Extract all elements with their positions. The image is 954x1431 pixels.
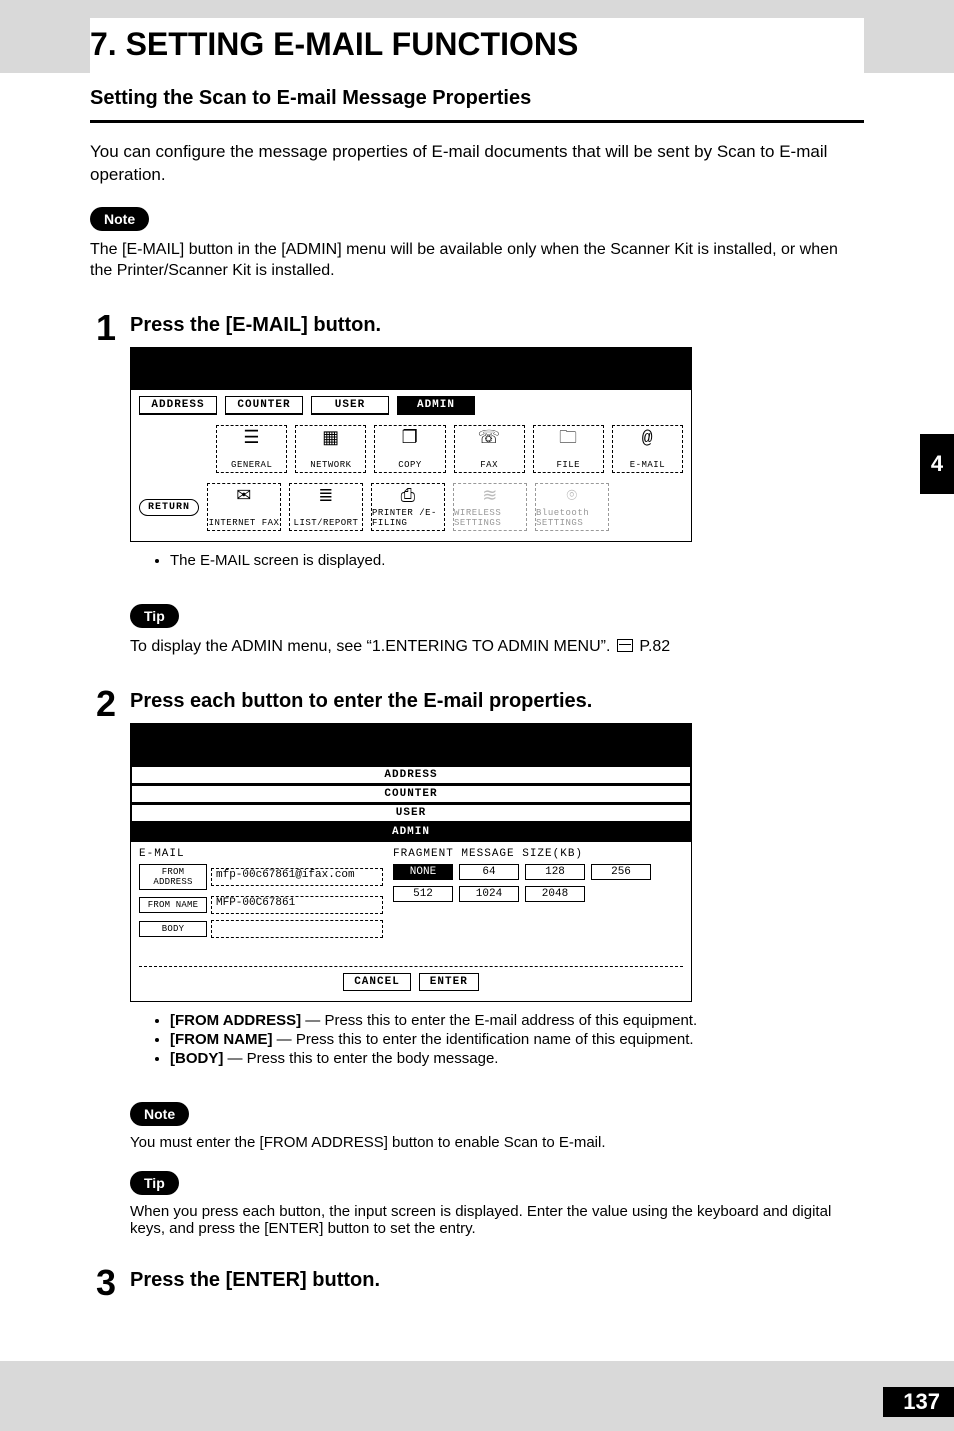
tip-text: When you press each button, the input sc… <box>130 1203 864 1237</box>
tab-user[interactable]: USER <box>311 396 389 415</box>
step1-bullet: The E-MAIL screen is displayed. <box>170 552 864 569</box>
note-label: Note <box>90 207 149 231</box>
section-title: Setting the Scan to E-mail Message Prope… <box>90 87 864 110</box>
admin-btn-wireless[interactable]: ≋WIRELESS SETTINGS <box>453 483 527 531</box>
tab-admin[interactable]: ADMIN <box>397 396 475 415</box>
chapter-title: 7. SETTING E-MAIL FUNCTIONS <box>90 18 864 73</box>
tab-counter[interactable]: COUNTER <box>131 785 691 804</box>
size-1024[interactable]: 1024 <box>459 886 519 902</box>
admin-btn-copy[interactable]: ❐COPY <box>374 425 445 473</box>
fragment-size-title: FRAGMENT MESSAGE SIZE(KB) <box>393 848 683 860</box>
tip-label: Tip <box>130 1171 179 1195</box>
from-address-value: mfp-00c67861@ifax.com <box>211 868 383 886</box>
admin-btn-list-report[interactable]: ≣LIST/REPORT <box>289 483 363 531</box>
email-properties-screenshot: ADDRESS COUNTER USER ADMIN E-MAIL FROM A… <box>130 723 692 1002</box>
admin-menu-screenshot: ADDRESS COUNTER USER ADMIN ☰GENERAL ▦NET… <box>130 347 692 542</box>
size-128[interactable]: 128 <box>525 864 585 880</box>
size-256[interactable]: 256 <box>591 864 651 880</box>
return-button[interactable]: RETURN <box>139 499 199 516</box>
step-heading: Press the [E-MAIL] button. <box>130 314 864 337</box>
enter-button[interactable]: ENTER <box>419 973 479 991</box>
bullet-from-name: [FROM NAME] — Press this to enter the id… <box>170 1031 864 1048</box>
admin-btn-email[interactable]: @E-MAIL <box>612 425 683 473</box>
admin-btn-file[interactable]: 🗀FILE <box>533 425 604 473</box>
tab-address[interactable]: ADDRESS <box>139 396 217 415</box>
cancel-button[interactable]: CANCEL <box>343 973 411 991</box>
tab-admin[interactable]: ADMIN <box>131 823 691 842</box>
admin-btn-fax[interactable]: ☏FAX <box>454 425 525 473</box>
from-name-button[interactable]: FROM NAME <box>139 897 207 913</box>
step-number: 2 <box>90 686 116 1237</box>
size-none[interactable]: NONE <box>393 864 453 880</box>
admin-btn-network[interactable]: ▦NETWORK <box>295 425 366 473</box>
admin-btn-general[interactable]: ☰GENERAL <box>216 425 287 473</box>
rule <box>90 120 864 123</box>
email-title: E-MAIL <box>139 848 383 860</box>
step-heading: Press each button to enter the E-mail pr… <box>130 690 864 713</box>
intro-text: You can configure the message properties… <box>90 141 864 187</box>
bullet-body: [BODY] — Press this to enter the body me… <box>170 1050 864 1067</box>
admin-btn-bluetooth[interactable]: ⌾Bluetooth SETTINGS <box>535 483 609 531</box>
note-label: Note <box>130 1102 189 1126</box>
book-icon <box>617 639 633 652</box>
from-name-value: MFP-00C67861 <box>211 896 383 914</box>
body-button[interactable]: BODY <box>139 921 207 937</box>
size-64[interactable]: 64 <box>459 864 519 880</box>
step-number: 1 <box>90 310 116 658</box>
size-512[interactable]: 512 <box>393 886 453 902</box>
tip-text: To display the ADMIN menu, see “1.ENTERI… <box>130 636 864 658</box>
admin-btn-printer-efiling[interactable]: ⎙PRINTER /E-FILING <box>371 483 445 531</box>
page-number: 137 <box>883 1387 954 1417</box>
tab-counter[interactable]: COUNTER <box>225 396 303 415</box>
note-text: You must enter the [FROM ADDRESS] button… <box>130 1134 864 1151</box>
from-address-button[interactable]: FROM ADDRESS <box>139 864 207 890</box>
body-value <box>211 920 383 938</box>
note-text: The [E-MAIL] button in the [ADMIN] menu … <box>90 239 864 282</box>
chapter-side-tab: 4 <box>920 434 954 494</box>
admin-btn-internet-fax[interactable]: ✉INTERNET FAX <box>207 483 281 531</box>
step-number: 3 <box>90 1265 116 1301</box>
tab-address[interactable]: ADDRESS <box>131 766 691 785</box>
bullet-from-address: [FROM ADDRESS] — Press this to enter the… <box>170 1012 864 1029</box>
size-2048[interactable]: 2048 <box>525 886 585 902</box>
tab-user[interactable]: USER <box>131 804 691 823</box>
tip-label: Tip <box>130 604 179 628</box>
step-heading: Press the [ENTER] button. <box>130 1269 864 1292</box>
